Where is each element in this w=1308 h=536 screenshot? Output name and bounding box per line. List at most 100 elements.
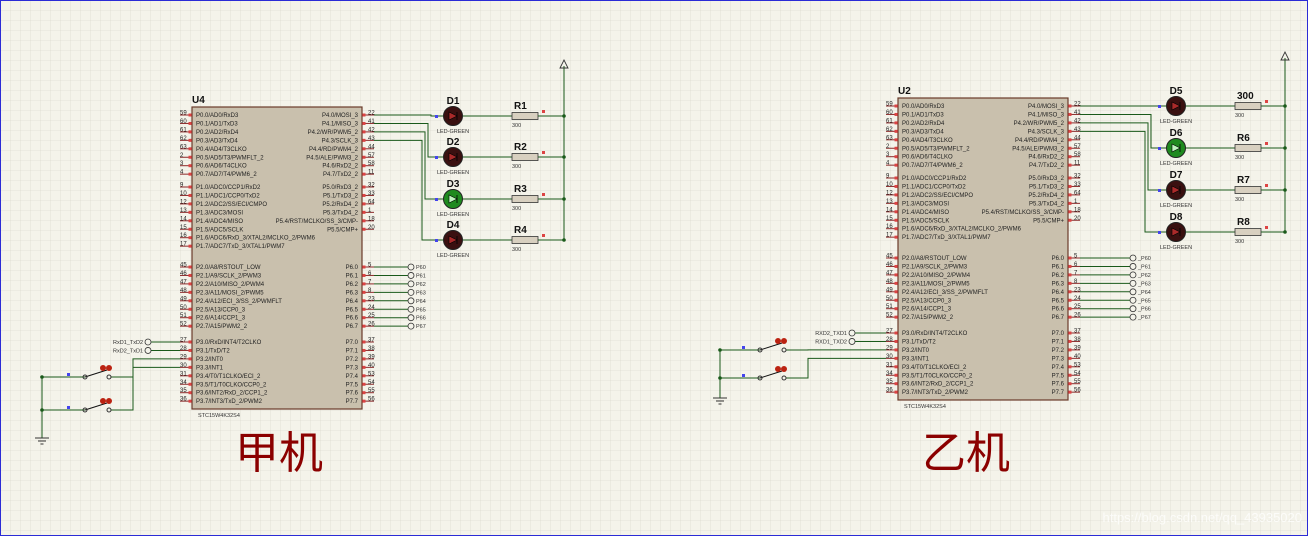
serial-port[interactable] xyxy=(144,347,152,354)
pin-label: P3.1/TxD/T2 xyxy=(196,348,230,354)
terminal-port[interactable] xyxy=(407,297,415,305)
pin-number: 59 xyxy=(886,102,893,108)
pin-label: P5.3/TxD4_2 xyxy=(1029,201,1065,207)
pin-number: 43 xyxy=(1074,127,1081,133)
pin-marker xyxy=(894,273,898,277)
pin-number: 64 xyxy=(368,199,375,205)
pin-number: 53 xyxy=(368,371,375,377)
pin-number: 13 xyxy=(180,208,187,214)
pin-number: 23 xyxy=(368,296,375,302)
schematic-svg[interactable]: U4 STC15W4K32S4 59 P0.0/AD0/RxD3 60 P0.1/AD1/… xyxy=(0,0,1308,536)
resistor-body[interactable] xyxy=(1234,102,1262,110)
pin-marker xyxy=(1068,218,1072,222)
pin-number: 43 xyxy=(368,136,375,142)
pin-marker xyxy=(1068,356,1072,360)
led-type: LED-GREEN xyxy=(437,129,469,135)
switch-button-icon[interactable] xyxy=(781,338,787,344)
pin-marker xyxy=(894,373,898,377)
pin-marker xyxy=(1068,256,1072,260)
pin-number: 27 xyxy=(886,329,893,335)
pin-label: P6.7 xyxy=(1052,315,1065,321)
resistor-body[interactable] xyxy=(1234,228,1262,236)
pin-number: 13 xyxy=(886,199,893,205)
pin-number: 33 xyxy=(1074,182,1081,188)
pin-number: 16 xyxy=(180,233,187,239)
pin-marker xyxy=(362,374,366,378)
pin-number: 49 xyxy=(180,296,187,302)
pin-label: P6.1 xyxy=(1052,264,1065,270)
pin-number: 49 xyxy=(886,287,893,293)
switch-button-icon[interactable] xyxy=(775,366,781,372)
terminal-label: P63 xyxy=(416,290,426,296)
pin-label: P4.2/WR/PWM5_2 xyxy=(308,130,359,136)
pin-marker xyxy=(1068,176,1072,180)
switch-button-icon[interactable] xyxy=(100,398,106,404)
pin-marker xyxy=(188,399,192,403)
terminal-port[interactable] xyxy=(1129,296,1137,304)
pin-marker xyxy=(542,193,545,196)
pin-label: P2.0/A8/RSTOUT_LOW xyxy=(902,256,967,262)
terminal-port[interactable] xyxy=(1129,313,1137,321)
terminal-port[interactable] xyxy=(1129,305,1137,313)
pin-marker xyxy=(362,299,366,303)
switch-button-icon[interactable] xyxy=(106,398,112,404)
terminal-port[interactable] xyxy=(407,305,415,313)
switch-button-icon[interactable] xyxy=(100,365,106,371)
pin-number: 41 xyxy=(368,119,375,125)
pin-marker xyxy=(894,390,898,394)
serial-port[interactable] xyxy=(848,329,856,337)
switch-button-icon[interactable] xyxy=(106,365,112,371)
pin-label: P0.2/AD2/RxD4 xyxy=(196,130,239,136)
schematic-canvas[interactable]: U4 STC15W4K32S4 59 P0.0/AD0/RxD3 60 P0.1/AD1/… xyxy=(0,0,1308,536)
pin-marker xyxy=(894,331,898,335)
terminal-port[interactable] xyxy=(407,263,415,271)
switch-button-icon[interactable] xyxy=(775,338,781,344)
terminal-port[interactable] xyxy=(407,280,415,288)
pin-label: P3.5/T1/T0CLKO/CCP0_2 xyxy=(902,373,973,379)
serial-port[interactable] xyxy=(144,338,152,346)
resistor-ref: R7 xyxy=(1237,175,1250,186)
pin-number: 44 xyxy=(1074,135,1081,141)
pin-marker xyxy=(894,104,898,108)
pin-number: 46 xyxy=(886,262,893,268)
resistor-body[interactable] xyxy=(1234,144,1262,152)
terminal-port[interactable] xyxy=(1129,254,1137,262)
resistor-body[interactable] xyxy=(511,236,539,244)
terminal-port[interactable] xyxy=(407,322,415,330)
serial-port[interactable] xyxy=(848,338,856,345)
pin-label: P7.6 xyxy=(1052,382,1065,388)
resistor-value: 300 xyxy=(512,247,521,253)
pin-label: P4.5/ALE/PWM3_2 xyxy=(1012,146,1064,152)
chip-ref: U2 xyxy=(898,86,911,97)
resistor-body[interactable] xyxy=(511,112,539,120)
pin-marker xyxy=(362,130,366,134)
pin-marker xyxy=(1068,155,1072,159)
pin-label: P7.3 xyxy=(1052,356,1065,362)
terminal-port[interactable] xyxy=(407,272,415,279)
pin-label: P3.5/T1/T0CLKO/CCP0_2 xyxy=(196,382,267,388)
pin-marker xyxy=(1158,189,1161,192)
pin-number: 39 xyxy=(368,354,375,360)
terminal-port[interactable] xyxy=(1129,263,1137,270)
pin-label: P4.1/MISO_3 xyxy=(322,121,359,127)
pin-label: P2.6/A14/CCP1_3 xyxy=(902,307,952,313)
resistor-body[interactable] xyxy=(511,195,539,203)
terminal-port[interactable] xyxy=(1129,271,1137,279)
pin-label: P0.1/AD1/TxD3 xyxy=(196,121,238,127)
pin-marker xyxy=(188,138,192,142)
pin-marker xyxy=(362,324,366,328)
pin-label: P7.5 xyxy=(1052,373,1065,379)
pin-label: P0.1/AD1/TxD3 xyxy=(902,112,944,118)
resistor-body[interactable] xyxy=(1234,186,1262,194)
resistor-value: 300 xyxy=(1235,113,1244,119)
pin-number: 20 xyxy=(1074,216,1081,222)
resistor-body[interactable] xyxy=(511,153,539,161)
pin-marker xyxy=(188,210,192,214)
terminal-port[interactable] xyxy=(407,288,415,296)
pin-marker xyxy=(1068,201,1072,205)
terminal-label: _P66 xyxy=(1137,307,1151,313)
terminal-port[interactable] xyxy=(1129,288,1137,296)
switch-button-icon[interactable] xyxy=(781,366,787,372)
terminal-port[interactable] xyxy=(1129,279,1137,287)
terminal-port[interactable] xyxy=(407,314,415,322)
